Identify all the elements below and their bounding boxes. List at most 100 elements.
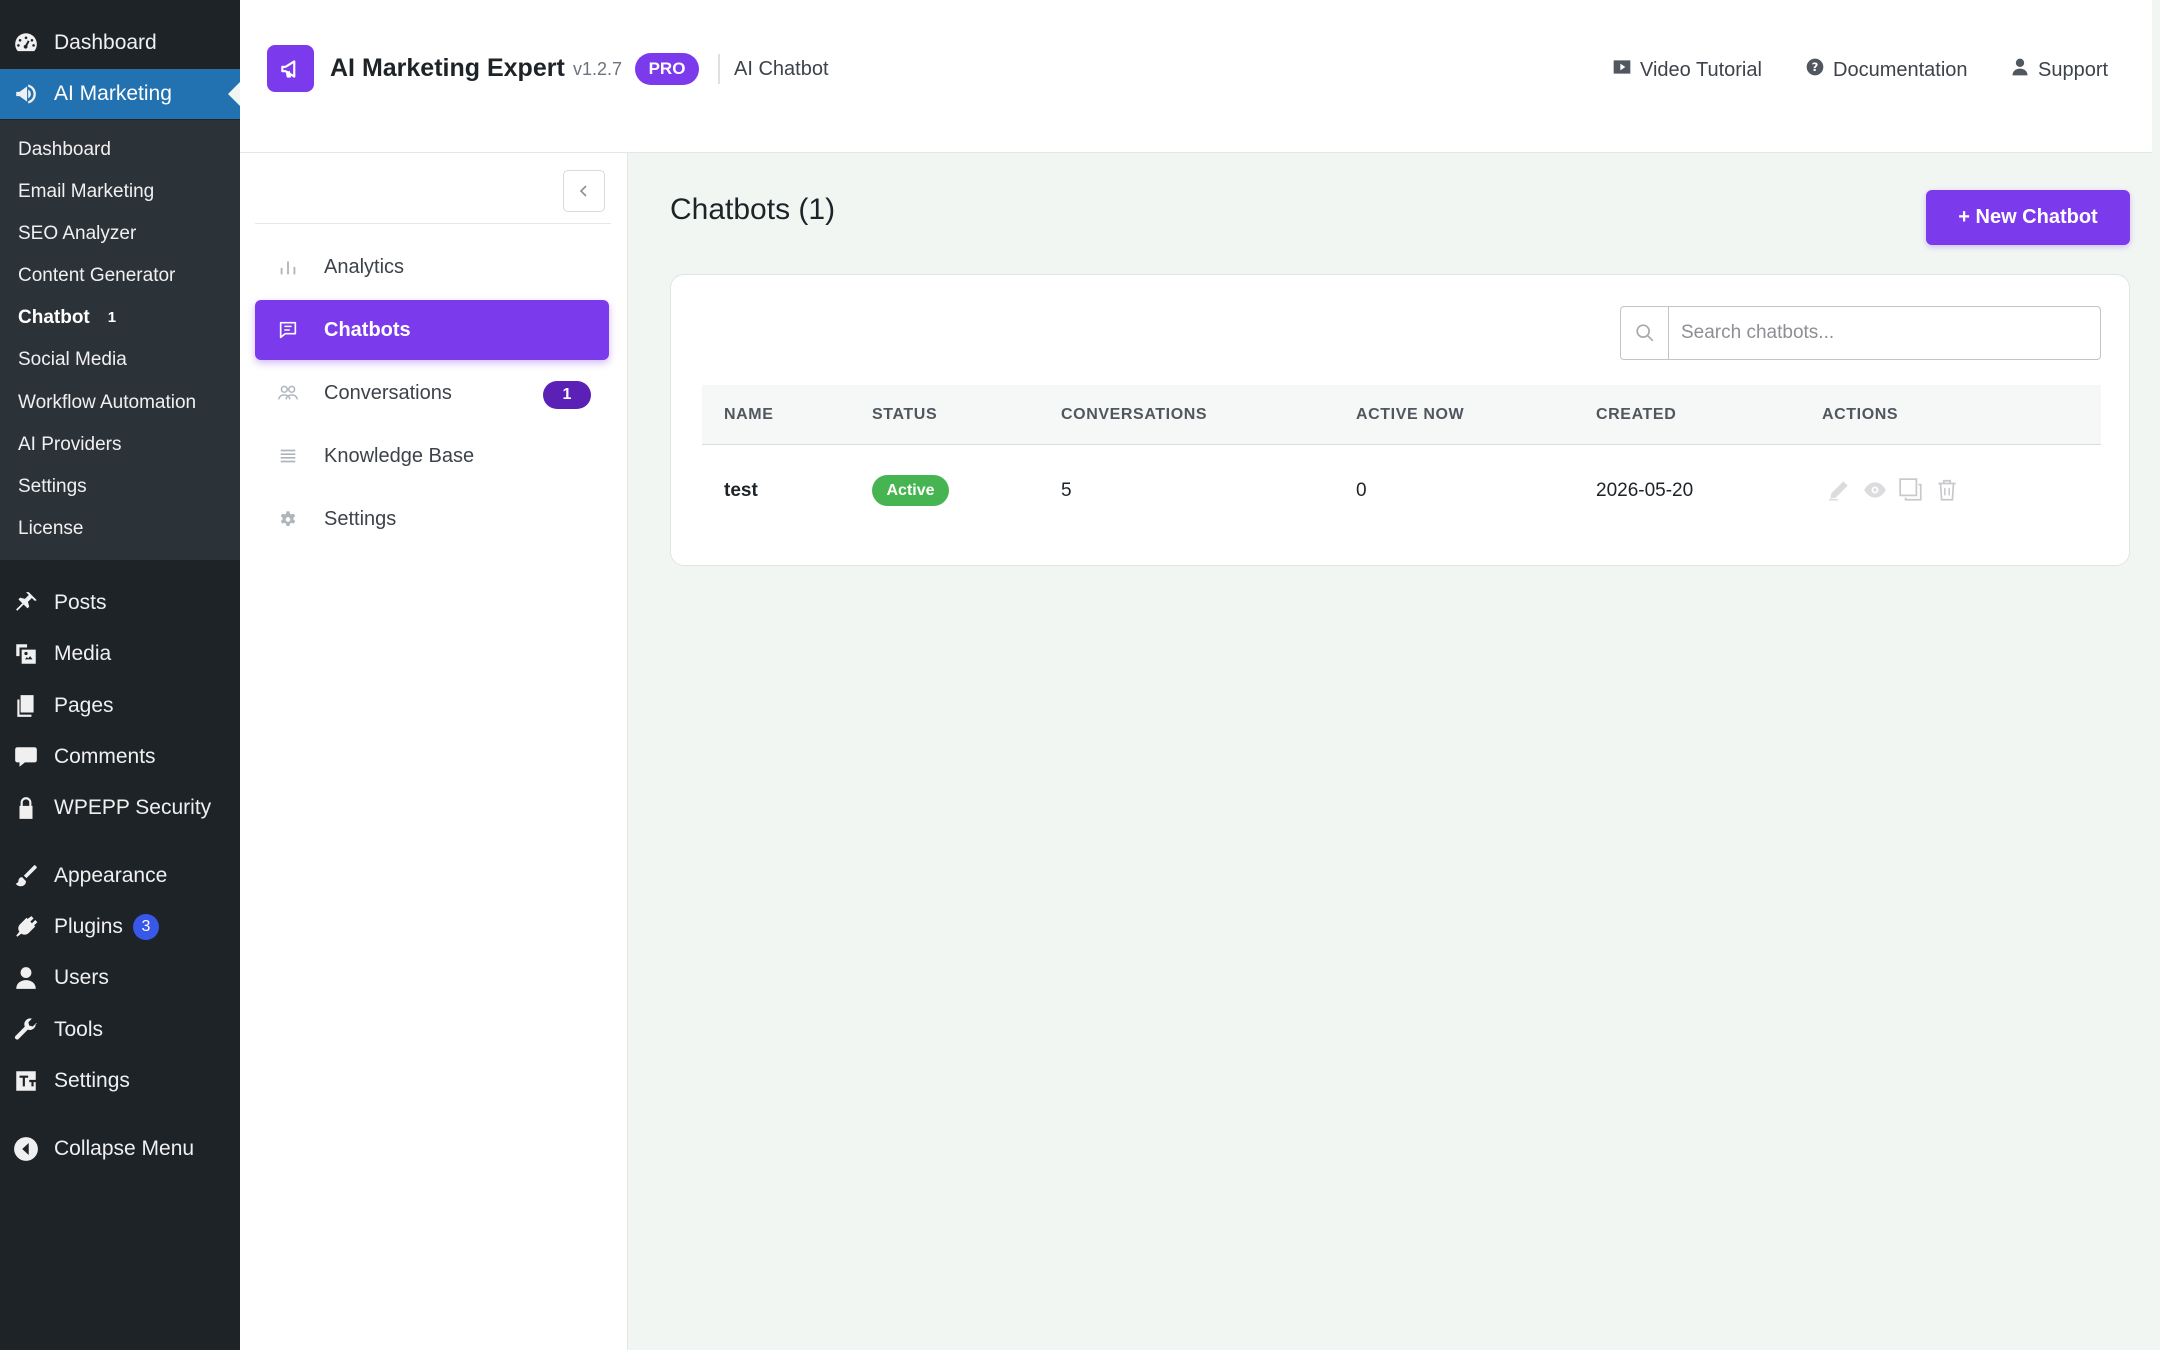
wp-menu-pages[interactable]: Pages bbox=[0, 681, 240, 731]
wp-menu-collapse[interactable]: Collapse Menu bbox=[0, 1124, 240, 1174]
wp-menu-wpepp-security[interactable]: WPEPP Security bbox=[0, 783, 240, 833]
documentation-link[interactable]: ? Documentation bbox=[1805, 57, 1968, 83]
edit-icon[interactable] bbox=[1824, 475, 1854, 505]
sidebar-divider bbox=[255, 223, 611, 224]
search-icon bbox=[1621, 307, 1669, 359]
video-tutorial-link[interactable]: Video Tutorial bbox=[1612, 57, 1762, 83]
plugins-update-badge: 3 bbox=[132, 914, 159, 940]
wp-menu-label: Media bbox=[54, 642, 112, 665]
analytics-icon bbox=[275, 254, 301, 280]
wp-menu-settings[interactable]: Settings bbox=[0, 1056, 240, 1106]
conversations-icon bbox=[275, 380, 301, 406]
submenu-content-generator[interactable]: Content Generator bbox=[18, 261, 175, 291]
megaphone-logo-icon bbox=[267, 45, 314, 92]
submenu-label: License bbox=[18, 518, 84, 539]
wp-menu-label: Dashboard bbox=[54, 31, 157, 54]
nav-item-analytics[interactable]: Analytics bbox=[255, 237, 609, 297]
wp-admin-menu: Dashboard AI Marketing Dashboard Email M… bbox=[0, 0, 240, 1350]
wp-menu-users[interactable]: Users bbox=[0, 953, 240, 1003]
submenu-license[interactable]: License bbox=[18, 514, 84, 544]
submenu-settings[interactable]: Settings bbox=[18, 472, 87, 502]
brush-icon bbox=[12, 862, 40, 890]
submenu-workflow-automation[interactable]: Workflow Automation bbox=[18, 388, 196, 418]
submenu-label: Workflow Automation bbox=[18, 392, 197, 413]
user-icon bbox=[12, 964, 40, 992]
wp-menu-label: Plugins bbox=[54, 915, 123, 938]
wp-menu-tools[interactable]: Tools bbox=[0, 1005, 240, 1055]
duplicate-icon[interactable] bbox=[1896, 475, 1926, 505]
column-header-status[interactable]: STATUS bbox=[872, 406, 937, 424]
wp-menu-media[interactable]: Media bbox=[0, 629, 240, 679]
knowledge-icon bbox=[275, 443, 301, 469]
gear-icon bbox=[275, 506, 301, 532]
submenu-email-marketing[interactable]: Email Marketing bbox=[18, 177, 154, 207]
comment-icon bbox=[12, 743, 40, 771]
submenu-ai-providers[interactable]: AI Providers bbox=[18, 430, 121, 460]
support-link[interactable]: Support bbox=[2010, 57, 2108, 83]
table-row: test Active 5 0 2026-05-20 bbox=[702, 445, 2101, 537]
nav-label: Analytics bbox=[324, 255, 405, 278]
column-header-conversations[interactable]: CONVERSATIONS bbox=[1061, 406, 1207, 424]
active-now-count: 0 bbox=[1356, 480, 1367, 501]
submenu-label: Email Marketing bbox=[18, 181, 155, 202]
submenu-label: Content Generator bbox=[18, 265, 176, 286]
support-icon bbox=[2010, 57, 2038, 83]
svg-text:?: ? bbox=[1812, 60, 1819, 74]
plugin-header: AI Marketing Expert v1.2.7 PRO AI Chatbo… bbox=[240, 0, 2152, 153]
submenu-chatbot[interactable]: Chatbot 1 bbox=[18, 303, 116, 333]
dashboard-icon bbox=[12, 29, 40, 57]
preview-icon[interactable] bbox=[1860, 475, 1890, 505]
conversations-count-badge: 1 bbox=[543, 381, 591, 409]
megaphone-icon bbox=[12, 80, 40, 108]
wp-menu-appearance[interactable]: Appearance bbox=[0, 851, 240, 901]
wrench-icon bbox=[12, 1016, 40, 1044]
wp-menu-label: Settings bbox=[54, 1069, 130, 1092]
submenu-dashboard[interactable]: Dashboard bbox=[18, 135, 111, 165]
plugin-version: v1.2.7 bbox=[573, 59, 623, 79]
submenu-label: Social Media bbox=[18, 349, 127, 370]
column-header-name[interactable]: NAME bbox=[724, 406, 774, 424]
wp-menu-label: Comments bbox=[54, 745, 156, 768]
new-chatbot-button[interactable]: + New Chatbot bbox=[1926, 190, 2130, 245]
submenu-label: Settings bbox=[18, 476, 87, 497]
submenu-label: Dashboard bbox=[18, 139, 111, 160]
collapse-sidebar-button[interactable] bbox=[563, 170, 605, 212]
nav-item-chatbots[interactable]: Chatbots bbox=[255, 300, 609, 360]
nav-item-settings[interactable]: Settings bbox=[255, 489, 609, 549]
wp-menu-label: WPEPP Security bbox=[54, 796, 212, 819]
nav-item-knowledge-base[interactable]: Knowledge Base bbox=[255, 426, 609, 486]
search-input[interactable] bbox=[1669, 308, 2100, 358]
table-header: NAME STATUS CONVERSATIONS ACTIVE NOW CRE… bbox=[702, 385, 2101, 445]
nav-label: Knowledge Base bbox=[324, 444, 475, 467]
wp-menu-label: Posts bbox=[54, 591, 107, 614]
submenu-label: Chatbot bbox=[18, 307, 90, 328]
chatbot-name[interactable]: test bbox=[724, 480, 758, 502]
wp-menu-label: Collapse Menu bbox=[54, 1137, 195, 1160]
wp-menu-label: Pages bbox=[54, 694, 114, 717]
column-header-active-now[interactable]: ACTIVE NOW bbox=[1356, 406, 1464, 424]
chatbot-count: 1 bbox=[107, 309, 117, 326]
submenu-social-media[interactable]: Social Media bbox=[18, 345, 127, 375]
submenu-label: AI Providers bbox=[18, 434, 122, 455]
collapse-icon bbox=[12, 1135, 40, 1163]
nav-item-conversations[interactable]: Conversations 1 bbox=[255, 363, 609, 423]
wp-menu-posts[interactable]: Posts bbox=[0, 578, 240, 628]
video-icon bbox=[1612, 57, 1640, 83]
plugin-sidebar: Analytics Chatbots Conversations 1 Knowl… bbox=[240, 153, 628, 1350]
wp-menu-plugins[interactable]: Plugins 3 bbox=[0, 902, 240, 952]
plugin-icon bbox=[12, 913, 40, 941]
section-title: AI Chatbot bbox=[734, 58, 829, 80]
delete-icon[interactable] bbox=[1932, 475, 1962, 505]
nav-label: Settings bbox=[324, 507, 397, 530]
plugin-title: AI Marketing Expert bbox=[330, 54, 565, 82]
wp-menu-ai-marketing[interactable]: AI Marketing bbox=[0, 69, 240, 119]
column-header-created[interactable]: CREATED bbox=[1596, 406, 1676, 424]
wp-menu-label: AI Marketing bbox=[54, 82, 172, 105]
wp-menu-label: Users bbox=[54, 966, 109, 989]
chat-icon bbox=[275, 317, 301, 343]
submenu-seo-analyzer[interactable]: SEO Analyzer bbox=[18, 219, 136, 249]
link-label: Support bbox=[2038, 58, 2109, 81]
wp-menu-dashboard[interactable]: Dashboard bbox=[0, 18, 240, 68]
submenu-label: SEO Analyzer bbox=[18, 223, 137, 244]
wp-menu-comments[interactable]: Comments bbox=[0, 732, 240, 782]
